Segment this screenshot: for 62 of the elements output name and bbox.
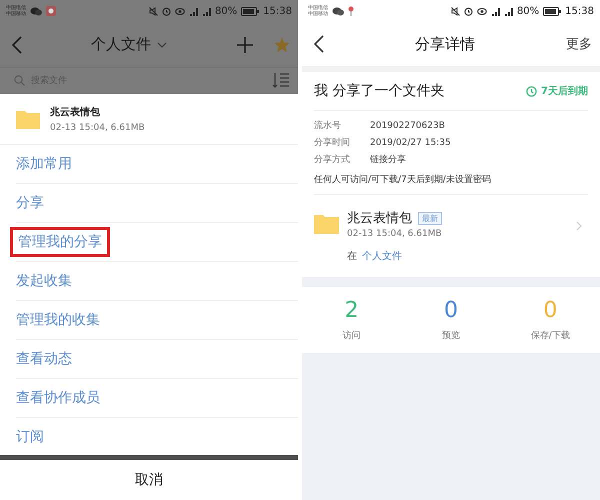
app-icon [46, 6, 56, 16]
stat-value: 2 [344, 298, 359, 323]
folder-title[interactable]: 个人文件 [91, 35, 151, 54]
menu-item[interactable]: 订阅 [16, 425, 44, 449]
menu-item[interactable]: 查看动态 [16, 347, 72, 371]
chat-icon [332, 6, 344, 16]
signal-icon [202, 6, 211, 16]
eye-icon [174, 6, 185, 16]
expiry-label: 7天后到期 [541, 84, 588, 98]
detail-value: 201902270623B [370, 120, 445, 130]
menu-item[interactable]: 分享 [16, 191, 44, 215]
chat-icon [30, 6, 42, 16]
pin-icon [348, 6, 354, 16]
dropdown-icon[interactable] [157, 42, 167, 48]
stat-label: 访问 [342, 330, 361, 342]
eye-icon [476, 6, 487, 16]
menu-item[interactable]: 发起收集 [16, 269, 72, 293]
signal-icon [490, 6, 500, 16]
stat-label: 保存/下载 [530, 330, 570, 342]
battery-level: 80% [516, 6, 540, 16]
stat-value: 0 [543, 298, 558, 323]
signal-icon [188, 6, 198, 16]
stat-value: 0 [444, 298, 458, 323]
detail-label: 分享时间 [314, 136, 351, 149]
clock-icon [526, 86, 538, 96]
detail-value: 链接分享 [370, 154, 406, 166]
detail-label: 流水号 [314, 120, 342, 132]
new-badge: 最新 [418, 212, 442, 224]
file-name: 兆云表情包 [347, 210, 412, 227]
menu-item[interactable]: 添加常用 [16, 152, 72, 176]
battery-icon [241, 6, 260, 16]
signal-icon [504, 6, 513, 16]
clock-time: 15:38 [263, 6, 292, 16]
sort-icon[interactable] [272, 72, 290, 88]
star-icon[interactable] [274, 36, 290, 52]
mute-icon [450, 6, 460, 16]
back-icon[interactable] [314, 35, 324, 53]
detail-value: 2019/02/27 15:35 [370, 138, 451, 148]
location-prefix: 在 [347, 250, 357, 263]
location-link[interactable]: 个人文件 [362, 249, 402, 263]
menu-item[interactable]: 管理我的收集 [16, 308, 100, 332]
add-icon[interactable] [236, 36, 254, 54]
search-icon [14, 74, 25, 86]
file-meta: 02-13 15:04, 6.61MB [347, 229, 443, 239]
menu-item[interactable]: 查看协作成员 [16, 386, 100, 410]
clock-time: 15:38 [565, 6, 594, 16]
stat-label: 预览 [442, 330, 460, 342]
alarm-icon [464, 6, 473, 16]
more-button[interactable]: 更多 [566, 35, 592, 53]
page-title: 分享详情 [415, 34, 475, 54]
file-meta: 02-13 15:04, 6.61MB [50, 123, 145, 133]
folder-icon [314, 213, 339, 234]
file-name: 兆云表情包 [50, 106, 101, 119]
folder-icon [16, 109, 40, 129]
battery-level: 80% [214, 6, 238, 16]
battery-icon [543, 6, 562, 16]
permissions-text: 任何人可访问/可下载/7天后到期/未设置密码 [314, 174, 492, 186]
mute-icon [148, 6, 158, 16]
menu-item[interactable]: 管理我的分享 [10, 227, 110, 257]
share-title: 我 分享了一个文件夹 [314, 82, 444, 100]
detail-label: 分享方式 [314, 154, 351, 166]
alarm-icon [162, 6, 171, 16]
